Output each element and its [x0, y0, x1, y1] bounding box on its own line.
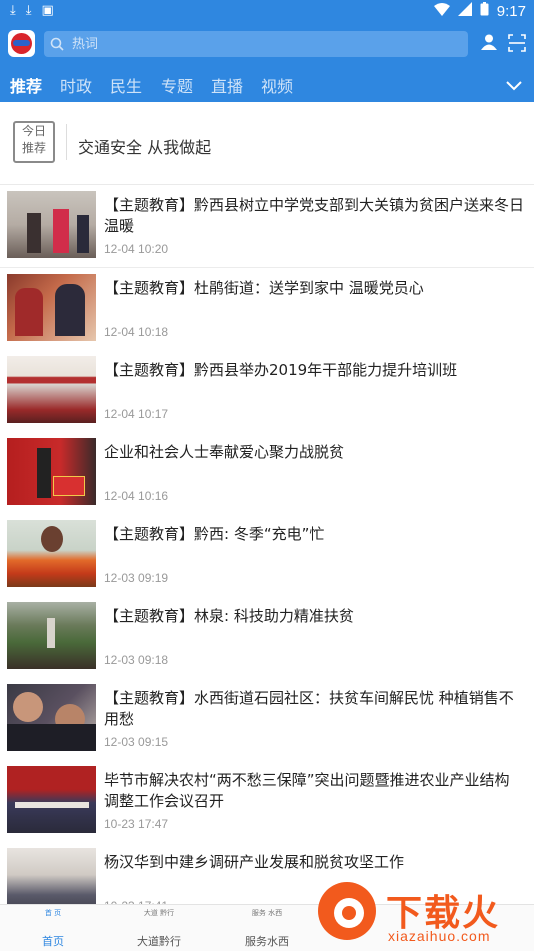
news-title: 企业和社会人士奉献爱心聚力战脱贫: [104, 443, 345, 461]
app-header: [0, 24, 534, 64]
news-title: 毕节市解决农村“两不愁三保障”突出问题暨推进农业产业结构调整工作会议召开: [104, 771, 510, 810]
nav-home-icon: 首 页: [44, 909, 62, 917]
news-time: 12-03 09:19: [104, 571, 169, 585]
today-badge: 今日 推荐: [13, 121, 55, 163]
today-headline[interactable]: 交通安全 从我做起: [78, 134, 211, 158]
nav-dadao[interactable]: 大道 黔行 大道黔行: [114, 909, 204, 949]
status-bar: ⤓ ⤓ ▣ 9:17: [0, 0, 534, 24]
news-title: 【主题教育】黔西县举办2019年干部能力提升培训班: [104, 361, 458, 379]
user-icon[interactable]: [480, 33, 498, 55]
tab-livelihood[interactable]: 民生: [110, 73, 142, 97]
category-tabs: 推荐 时政 民生 专题 直播 视频: [0, 64, 534, 102]
download-icon: ⤓: [25, 3, 32, 18]
divider: [66, 124, 67, 160]
news-item[interactable]: 【主题教育】杜鹃街道：送学到家中 温暖党员心 12-04 10:18: [0, 268, 534, 351]
clock: 9:17: [496, 2, 526, 20]
system-icons: 9:17: [433, 2, 526, 20]
today-recommend[interactable]: 今日 推荐 交通安全 从我做起: [0, 102, 534, 185]
nav-dadao-label: 大道黔行: [137, 935, 181, 948]
news-time: 12-04 10:18: [104, 325, 169, 339]
battery-icon: [480, 2, 489, 20]
tab-live[interactable]: 直播: [211, 73, 243, 97]
nav-service[interactable]: 服务 水西 服务水西: [222, 909, 312, 949]
news-time: 12-03 09:15: [104, 735, 169, 749]
image-icon: ▣: [41, 3, 54, 18]
news-title: 【主题教育】杜鹃街道：送学到家中 温暖党员心: [104, 279, 424, 297]
news-item[interactable]: 【主题教育】林泉: 科技助力精准扶贫 12-03 09:18: [0, 596, 534, 679]
news-title: 【主题教育】黔西: 冬季“充电”忙: [104, 525, 325, 543]
search-bar[interactable]: [44, 31, 468, 57]
search-icon: [44, 37, 70, 51]
watermark-logo: [318, 882, 376, 940]
news-time: 12-04 10:16: [104, 489, 169, 503]
news-time: 12-03 09:18: [104, 653, 169, 667]
news-item[interactable]: 【主题教育】黔西: 冬季“充电”忙 12-03 09:19: [0, 514, 534, 597]
nav-service-icon: 服务 水西: [251, 909, 283, 917]
news-item[interactable]: 【主题教育】黔西县举办2019年干部能力提升培训班 12-04 10:17: [0, 350, 534, 433]
signal-icon: [457, 2, 472, 20]
tab-recommend[interactable]: 推荐: [10, 73, 42, 97]
nav-home-label: 首页: [42, 935, 64, 948]
news-thumbnail: [7, 684, 96, 751]
news-thumbnail: [7, 602, 96, 669]
wifi-icon: [433, 2, 450, 20]
news-thumbnail: [7, 356, 96, 423]
news-item[interactable]: 【主题教育】黔西县树立中学党支部到大关镇为贫困户送来冬日温暖 12-04 10:…: [0, 185, 534, 268]
news-title: 【主题教育】水西街道石园社区：扶贫车间解民忧 种植销售不用愁: [104, 689, 514, 728]
news-title: 杨汉华到中建乡调研产业发展和脱贫攻坚工作: [104, 853, 405, 871]
watermark: 下载火 xiazaihuo.com: [316, 880, 534, 950]
nav-service-label: 服务水西: [245, 935, 289, 948]
app-logo[interactable]: [8, 30, 35, 57]
tab-special[interactable]: 专题: [161, 73, 193, 97]
news-time: 12-04 10:20: [104, 242, 169, 256]
notification-icons: ⤓ ⤓ ▣: [10, 3, 54, 18]
chevron-down-icon[interactable]: [506, 76, 522, 95]
news-item[interactable]: 【主题教育】水西街道石园社区：扶贫车间解民忧 种植销售不用愁 12-03 09:…: [0, 678, 534, 761]
news-thumbnail: [7, 520, 96, 587]
news-thumbnail: [7, 766, 96, 833]
nav-dadao-icon: 大道 黔行: [143, 909, 175, 917]
news-time: 10-23 17:47: [104, 817, 169, 831]
nav-home[interactable]: 首 页 首页: [8, 909, 98, 949]
news-item[interactable]: 毕节市解决农村“两不愁三保障”突出问题暨推进农业产业结构调整工作会议召开 10-…: [0, 760, 534, 843]
news-thumbnail: [7, 274, 96, 341]
download-icon: ⤓: [10, 3, 16, 18]
search-input[interactable]: [70, 35, 434, 53]
watermark-domain: xiazaihuo.com: [388, 928, 491, 944]
news-thumbnail: [7, 191, 96, 258]
scan-icon[interactable]: [508, 34, 526, 56]
news-title: 【主题教育】林泉: 科技助力精准扶贫: [104, 607, 354, 625]
news-item[interactable]: 企业和社会人士奉献爱心聚力战脱贫 12-04 10:16: [0, 432, 534, 515]
news-title: 【主题教育】黔西县树立中学党支部到大关镇为贫困户送来冬日温暖: [104, 196, 525, 235]
news-thumbnail: [7, 438, 96, 505]
tab-video[interactable]: 视频: [261, 73, 293, 97]
news-time: 12-04 10:17: [104, 407, 169, 421]
tab-politics[interactable]: 时政: [60, 73, 92, 97]
